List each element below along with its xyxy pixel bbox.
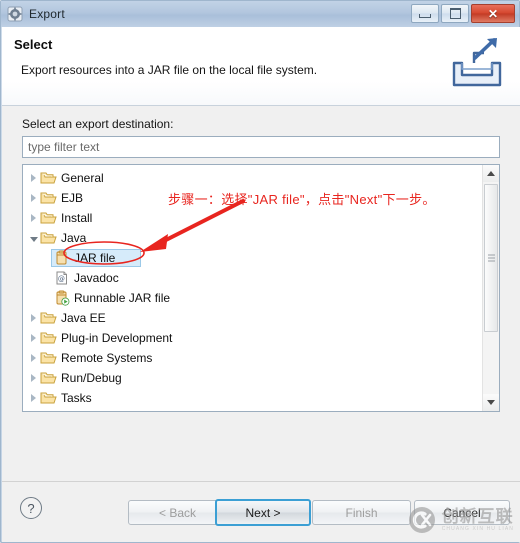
- expand-arrow-icon[interactable]: [27, 208, 40, 228]
- folder-icon: [40, 170, 57, 186]
- tree-item-label: Runnable JAR file: [74, 291, 171, 305]
- tree-item-label: Plug-in Development: [61, 331, 173, 345]
- tree-item-jar-file[interactable]: JAR file: [23, 248, 482, 268]
- watermark-title: 创新互联: [441, 507, 514, 526]
- caret-up-icon: [487, 171, 495, 176]
- export-dialog-screenshot: Export ✕ Select Export resources into a …: [0, 0, 520, 543]
- scroll-up-button[interactable]: [483, 165, 499, 182]
- folder-icon: [40, 350, 57, 366]
- tree-item-label: JAR file: [74, 251, 116, 265]
- expand-arrow-icon[interactable]: [27, 168, 40, 188]
- tree-item-remote-systems[interactable]: Remote Systems: [23, 348, 482, 368]
- scroll-down-button[interactable]: [483, 394, 499, 411]
- folder-icon: [40, 230, 57, 246]
- filter-input[interactable]: [22, 136, 500, 158]
- tree-item-install[interactable]: Install: [23, 208, 482, 228]
- watermark-subtitle: CHUANG XIN HU LIAN: [441, 526, 514, 532]
- tree-item-label: EJB: [61, 191, 84, 205]
- export-tray-arrow-icon: [446, 35, 508, 95]
- minimize-icon: [419, 13, 431, 18]
- tree-item-tasks[interactable]: Tasks: [23, 388, 482, 408]
- back-button[interactable]: < Back: [128, 500, 227, 525]
- folder-icon: [40, 410, 57, 411]
- expand-arrow-icon[interactable]: [27, 308, 40, 328]
- expand-arrow-icon[interactable]: [27, 328, 40, 348]
- tree-item-label: Java EE: [61, 311, 106, 325]
- window-title: Export: [29, 7, 65, 21]
- maximize-icon: [449, 8, 461, 19]
- tree-item-label: Remote Systems: [61, 351, 153, 365]
- tree-item-label: Tasks: [61, 391, 92, 405]
- scrollbar-thumb[interactable]: [484, 184, 498, 332]
- tree-item-general[interactable]: General: [23, 168, 482, 188]
- close-button[interactable]: ✕: [471, 4, 515, 23]
- collapse-arrow-icon[interactable]: [27, 228, 40, 248]
- tree-item-javadoc[interactable]: @ Javadoc: [23, 268, 482, 288]
- tree-item-runnable-jar-file[interactable]: Runnable JAR file: [23, 288, 482, 308]
- javadoc-icon: @: [53, 270, 70, 286]
- watermark-logo-icon: [407, 505, 437, 535]
- tree-item-plug-in-development[interactable]: Plug-in Development: [23, 328, 482, 348]
- watermark: 创新互联 CHUANG XIN HU LIAN: [407, 505, 514, 535]
- dialog-body: Select an export destination: General: [2, 106, 520, 481]
- expand-arrow-icon[interactable]: [27, 348, 40, 368]
- dialog-header: Select Export resources into a JAR file …: [2, 27, 520, 106]
- tree-item-label: Install: [61, 211, 93, 225]
- destination-label: Select an export destination:: [22, 117, 174, 131]
- minimize-button[interactable]: [411, 4, 439, 23]
- export-window: Export ✕ Select Export resources into a …: [0, 0, 520, 543]
- maximize-button[interactable]: [441, 4, 469, 23]
- window-controls: ✕: [411, 4, 515, 23]
- tree-item-team[interactable]: Team: [23, 408, 482, 411]
- folder-icon: [40, 330, 57, 346]
- runnable-jar-icon: [53, 290, 70, 306]
- folder-icon: [40, 310, 57, 326]
- jar-file-icon: [53, 250, 70, 266]
- folder-icon: [40, 390, 57, 406]
- finish-button[interactable]: Finish: [312, 500, 411, 525]
- expand-arrow-icon[interactable]: [27, 388, 40, 408]
- folder-icon: [40, 370, 57, 386]
- annotation-text: 步骤一：选择"JAR file"，点击"Next"下一步。: [168, 192, 436, 207]
- next-button[interactable]: Next >: [215, 499, 311, 526]
- page-description: Export resources into a JAR file on the …: [21, 63, 318, 77]
- expand-arrow-icon[interactable]: [27, 408, 40, 411]
- close-icon: ✕: [487, 6, 499, 21]
- tree-item-label: Java: [61, 231, 87, 245]
- window-titlebar: Export ✕: [1, 1, 519, 27]
- export-gear-icon: [7, 6, 23, 22]
- help-button[interactable]: ?: [20, 497, 42, 519]
- tree-vertical-scrollbar[interactable]: [482, 165, 499, 411]
- tree-item-label: General: [61, 171, 104, 185]
- scrollbar-grip-icon: [488, 254, 495, 262]
- tree-item-label: Javadoc: [74, 271, 119, 285]
- expand-arrow-icon[interactable]: [27, 368, 40, 388]
- tree-item-run-debug[interactable]: Run/Debug: [23, 368, 482, 388]
- caret-down-icon: [487, 400, 495, 405]
- folder-icon: [40, 210, 57, 226]
- expand-arrow-icon[interactable]: [27, 188, 40, 208]
- svg-text:@: @: [58, 275, 65, 283]
- folder-icon: [40, 190, 57, 206]
- tree-item-java-ee[interactable]: Java EE: [23, 308, 482, 328]
- page-title: Select: [14, 37, 53, 52]
- tree-item-java[interactable]: Java: [23, 228, 482, 248]
- watermark-text: 创新互联 CHUANG XIN HU LIAN: [442, 508, 514, 532]
- tree-item-label: Run/Debug: [61, 371, 122, 385]
